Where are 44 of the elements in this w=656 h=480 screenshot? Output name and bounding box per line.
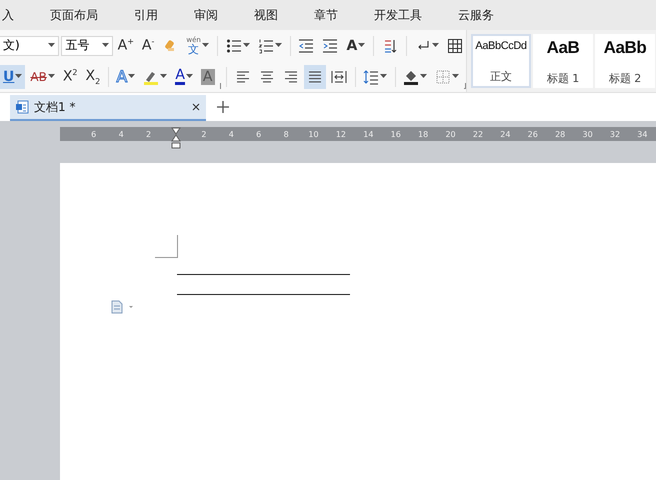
align-center-icon — [258, 68, 275, 84]
align-left-icon — [234, 68, 251, 84]
table-icon — [446, 38, 463, 54]
add-tab-icon[interactable] — [216, 100, 230, 114]
justify-button[interactable] — [304, 64, 326, 88]
letter-spacing-button[interactable]: A — [343, 34, 368, 58]
align-right-icon — [282, 68, 299, 84]
menu-tab[interactable]: 入 — [0, 6, 16, 24]
menu-tab[interactable]: 章节 — [312, 6, 340, 24]
close-icon[interactable] — [191, 102, 201, 112]
menu-tab[interactable]: 视图 — [252, 6, 280, 24]
distribute-icon — [330, 68, 347, 84]
menu-tab[interactable]: 引用 — [132, 6, 160, 24]
style-option[interactable]: AaBbCcDd 正文 — [471, 34, 531, 88]
letter-button[interactable]: A$^{-}$ — [138, 34, 158, 58]
style-option[interactable]: AaBb 标题 2 — [595, 34, 655, 88]
letter-button[interactable]: X$^{2}$ — [60, 64, 81, 88]
letter-color-button[interactable]: A — [172, 64, 196, 88]
sort-icon — [382, 38, 398, 54]
bullets-icon — [226, 38, 242, 54]
font-size-field[interactable]: 五号 — [61, 36, 113, 56]
fill-icon — [403, 68, 420, 84]
border-icon — [435, 68, 452, 84]
letter-underline-button[interactable]: U — [0, 64, 26, 88]
outdent-icon — [298, 38, 314, 54]
letter-button[interactable]: X$_{2}$ — [82, 64, 104, 88]
caret-icon — [48, 43, 56, 48]
menu-tab[interactable]: 开发工具 — [372, 6, 424, 24]
document-icon — [15, 100, 29, 114]
numbering-icon — [258, 38, 274, 54]
style-option[interactable]: AaB 标题 1 — [533, 34, 593, 88]
line-spacing-icon — [362, 68, 379, 84]
margin-corner-mark — [155, 235, 178, 258]
justify-icon — [306, 68, 323, 84]
menu-tab[interactable]: 云服务 — [456, 6, 496, 24]
indent-icon — [322, 38, 338, 54]
letter-strike-button[interactable]: AB — [27, 64, 58, 88]
menu-tab[interactable]: 页面布局 — [48, 6, 100, 24]
document-tab[interactable]: 文档1 * — [10, 95, 206, 121]
letter-button[interactable]: A$^{+}$ — [114, 34, 137, 58]
menu-tab[interactable]: 审阅 — [192, 6, 220, 24]
indent-marker-icon[interactable] — [171, 127, 182, 149]
font-name-field[interactable]: 文) — [0, 36, 60, 56]
caret-icon — [102, 43, 109, 48]
